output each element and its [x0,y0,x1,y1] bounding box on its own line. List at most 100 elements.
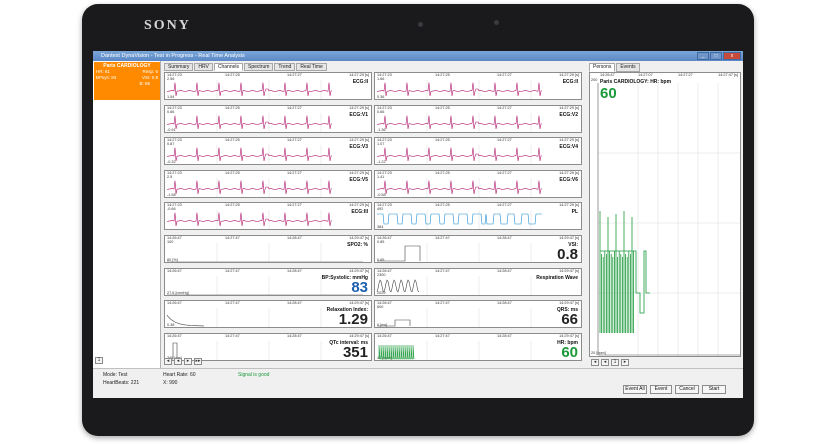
waveform-line [166,315,204,327]
panel-time-1: 14:27:25 [435,138,450,143]
panel-time-2: 14:27:27 [497,73,512,77]
channel-panel[interactable]: 14:27:23 14:27:25 14:27:27 14:27:29 [s] 1.66… [374,72,582,100]
sensor-dot-icon [494,20,499,25]
panel-time-2: 14:27:27 [287,138,302,143]
patient-card[interactable]: Paris CARDIOLOGY HR: 61 Resp: 6 BPsys: 84… [94,62,160,100]
event-button[interactable]: Event [650,385,672,394]
status-heartbeats: HeartBeats: 221 [103,380,140,386]
panel-time-2: 14:28:47 [497,268,512,273]
panel-time-3: 14:29:47 [s] [559,268,579,273]
tab-channels[interactable]: Channels [213,63,244,71]
waveform-line [377,214,542,225]
panel-time-1: 14:27:47 [435,268,450,273]
channel-panel[interactable]: 14:26:47 14:27:47 14:28:47 14:29:47 [s] 100 8… [164,235,372,263]
panel-time-3: 14:29:47 [s] [559,301,579,306]
persons-first-button[interactable]: ◂ [591,359,599,366]
tab-events[interactable]: Events [616,63,640,72]
channel-panel[interactable]: 14:26:47 14:27:47 14:28:47 14:29:47 [s] 2300… [374,267,582,296]
patient-bpsys: BPsys: 84 [96,75,117,80]
waveform [166,308,322,328]
panel-time-0: 14:26:47 [167,268,182,273]
panel-time-3: 14:27:29 [s] [349,203,369,208]
waveform [376,112,543,132]
event-all-button[interactable]: Event All [623,385,647,394]
waveform [378,340,532,360]
panel-time-2: 14:28:47 [287,268,302,273]
channel-panel[interactable]: 14:26:47 14:27:47 14:28:47 14:29:47 [s] 40 [… [374,332,582,361]
tab-persons[interactable]: Persons [589,63,616,72]
panel-time-2: 14:27:27 [497,170,512,175]
maximize-button[interactable]: □ [710,52,722,60]
channel-panel[interactable]: 14:27:23 14:27:25 14:27:27 14:27:29 [s] 2.56… [164,72,372,100]
first-page-button[interactable]: ◂ [164,358,172,365]
waveform-line [376,147,543,162]
channel-panel[interactable]: 14:27:23 14:27:25 14:27:27 14:27:29 [s] 1.41… [374,169,582,198]
camera-dot-icon [418,22,423,27]
channel-panel[interactable]: 14:27:23 14:27:25 14:27:27 14:27:29 [s] 0.66… [374,104,582,133]
channel-panel[interactable]: 14:26:4714:27:4714:28:4714:29:47 [s]345 … [164,332,372,361]
panel-time-1: 14:27:47 [225,268,240,273]
tab-hrv[interactable]: HRV [194,63,213,71]
prev-page-button[interactable]: ◂ [174,358,182,365]
panel-time-1: 14:27:47 [435,333,450,338]
panel-time-3: 14:29:47 [s] [349,301,369,306]
start-button[interactable]: Start [702,385,726,394]
channel-panel[interactable]: 14:27:23 14:27:25 14:27:27 14:27:29 [s] 492 3… [374,202,582,231]
tab-spectrum[interactable]: Spectrum [244,63,274,71]
persons-nav: ◂ ◂ 1 ▸ [591,359,629,366]
channel-panel[interactable]: 14:26:47 14:27:47 14:28:47 14:29:47 [s] 0.38… [164,300,372,329]
panel-time-3: 14:29:47 [s] [349,236,369,240]
panel-time-2: 14:27:27 [287,203,302,208]
hr-trend-panel: 14:26:47 14:27:07 14:27:27 14:27:47 [s] … [589,72,741,357]
waveform-line [166,82,333,97]
cancel-button[interactable]: Cancel [675,385,699,394]
channel-panel[interactable]: 14:27:23 14:27:25 14:27:27 14:27:29 [s] 2.5-… [164,169,372,198]
panel-time-1: 14:27:25 [225,203,240,208]
panel-time-3: 14:27:29 [s] [559,105,579,110]
status-bar: Mode: Test HeartBeats: 221 Heart Rate: 6… [93,368,743,398]
waveform-line [166,180,333,194]
panel-time-1: 14:27:25 [435,105,450,110]
waveform [377,210,542,230]
close-button[interactable]: x [723,52,741,60]
status-heartrate: Heart Rate: 60 [163,372,196,378]
waveform [166,177,333,197]
waveform-line [378,344,415,360]
panel-time-3: 14:29:47 [s] [559,236,579,240]
channel-panel[interactable]: 14:26:47 14:27:47 14:28:47 14:29:47 [s] 0.85… [374,235,582,263]
panel-time-3: 14:27:29 [s] [559,138,579,143]
persons-next-button[interactable]: ▸ [621,359,629,366]
channel-nav: ◂ ◂ ▸ ▸▸ [164,358,202,365]
channel-panel[interactable]: 14:26:47 14:27:47 14:28:47 14:29:47 [s] 600 0… [374,300,582,329]
waveform-line [377,319,411,327]
tab-summary[interactable]: Summary [164,63,194,71]
tab-real-time[interactable]: Real Time [296,63,327,71]
channel-panel[interactable]: 14:27:23 14:27:25 14:27:27 14:27:29 [s] 0.66… [164,104,372,133]
next-page-button[interactable]: ▸ [184,358,192,365]
panel-time-1: 14:27:47 [435,301,450,306]
tablet-device: SONY Dantest DynaVision - Test in Progre… [82,4,754,436]
channels-area: Summary HRV Channels Spectrum Trend Real Time… [162,61,587,368]
minimize-button[interactable]: _ [697,52,709,60]
panel-time-3: 14:29:47 [s] [559,333,579,338]
status-mode: Mode: Test [103,372,128,378]
persons-page-button[interactable]: 1 [611,359,619,366]
panel-time-2: 14:28:47 [497,333,512,338]
persons-prev-button[interactable]: ◂ [601,359,609,366]
panel-time-2: 14:27:27 [497,138,512,143]
panel-time-2: 14:27:27 [497,105,512,110]
channel-panel[interactable]: 14:27:23 14:27:25 14:27:27 14:27:29 [s] 1.07… [374,137,582,166]
channel-panel[interactable]: 14:27:23 14:27:25 14:27:27 14:27:29 [s] -0.6… [164,202,372,231]
panel-time-2: 14:27:27 [287,105,302,110]
panel-time-1: 14:27:47 [225,333,240,338]
last-page-button[interactable]: ▸▸ [194,358,202,365]
waveform [166,145,333,165]
patient-page-button[interactable]: 1 [95,357,103,364]
panel-time-1: 14:27:47 [435,236,450,240]
tab-trend[interactable]: Trend [274,63,296,71]
main-tabs: Summary HRV Channels Spectrum Trend Real Time [164,63,327,71]
channel-panel[interactable]: 14:26:47 14:27:47 14:28:47 14:29:47 [s] 27.6… [164,267,372,296]
channel-panel[interactable]: 14:27:23 14:27:25 14:27:27 14:27:29 [s] 0.87… [164,137,372,166]
waveform [166,80,333,99]
window-titlebar: Dantest DynaVision - Test in Progress - … [93,51,743,61]
